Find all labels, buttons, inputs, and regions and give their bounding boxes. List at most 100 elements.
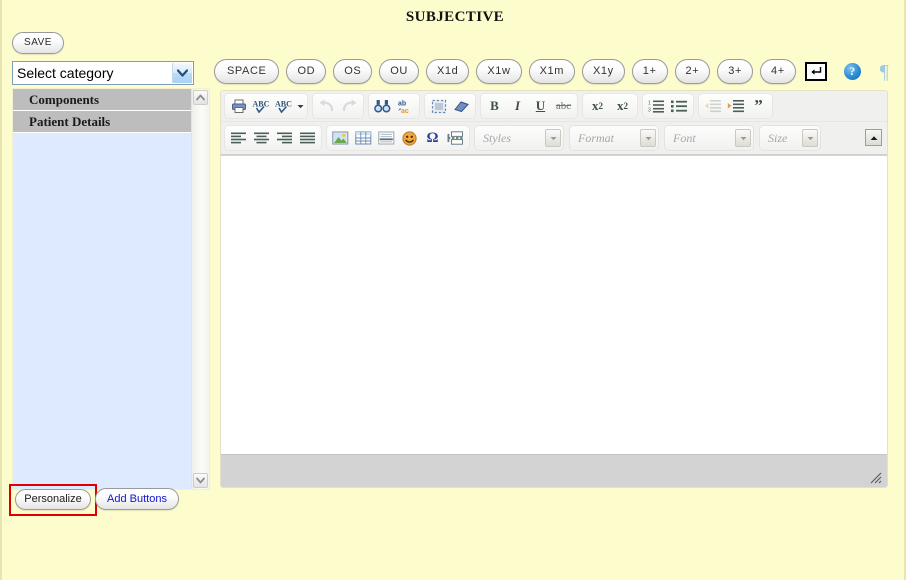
align-center-icon[interactable]	[250, 127, 273, 149]
subscript-index: 2	[598, 101, 604, 111]
image-icon[interactable]	[329, 127, 352, 149]
special-character-icon[interactable]: Ω	[421, 127, 444, 149]
chevron-down-icon[interactable]	[735, 129, 751, 147]
chevron-down-icon[interactable]	[640, 129, 656, 147]
subscript-icon[interactable]: x2	[585, 95, 610, 117]
toolbar-group-align	[225, 126, 321, 150]
align-right-icon[interactable]	[273, 127, 296, 149]
quick-button-space[interactable]: SPACE	[214, 59, 280, 84]
table-icon[interactable]	[352, 127, 375, 149]
scroll-down-icon[interactable]	[193, 473, 208, 488]
quick-button-x1d[interactable]: X1d	[425, 59, 470, 84]
svg-text:ab: ab	[398, 100, 406, 107]
svg-text:ABC: ABC	[253, 99, 270, 108]
category-select[interactable]: Select category	[12, 61, 194, 85]
replace-icon[interactable]: ab ac	[394, 95, 417, 117]
select-all-icon[interactable]	[427, 95, 450, 117]
quick-button-1plus[interactable]: 1+	[631, 59, 668, 84]
editor-toolbar-row-1: ABC ABC ab ac B I U abc x 2 x 2 1 3 ”	[221, 91, 887, 122]
editor-status-bar	[221, 454, 887, 487]
strikethrough-icon[interactable]: abc	[552, 95, 575, 117]
horizontal-rule-icon[interactable]	[375, 127, 398, 149]
rich-text-editor: ABC ABC ab ac B I U abc x 2 x 2 1 3 ” Ω …	[220, 90, 888, 488]
redo-icon[interactable]	[338, 95, 361, 117]
font-dropdown-label: Font	[673, 130, 696, 145]
list-scrollbar[interactable]	[191, 89, 209, 489]
toolbar-group-find: ab ac	[369, 94, 419, 118]
quick-button-os[interactable]: OS	[333, 59, 373, 84]
quick-button-2plus[interactable]: 2+	[674, 59, 711, 84]
underline-icon[interactable]: U	[529, 95, 552, 117]
components-list: Components Patient Details	[13, 89, 191, 489]
styles-dropdown-label: Styles	[483, 130, 511, 145]
spellcheck-options-icon[interactable]: ABC	[273, 95, 296, 117]
toolbar-group-lists: 1 3	[643, 94, 693, 118]
chevron-down-icon[interactable]	[545, 129, 561, 147]
svg-text:3: 3	[648, 108, 651, 114]
toolbar-group-script: x2 x2	[583, 94, 637, 118]
size-dropdown[interactable]: Size	[760, 126, 820, 150]
toolbar-group-indent: ”	[699, 94, 772, 118]
quick-button-x1y[interactable]: X1y	[581, 59, 625, 84]
print-icon[interactable]	[227, 95, 250, 117]
help-icon[interactable]: ?	[843, 63, 861, 80]
increase-indent-icon[interactable]	[724, 95, 747, 117]
toolbar-group-selection	[425, 94, 475, 118]
left-panel: SAVE	[12, 32, 212, 54]
editor-content-area[interactable]	[221, 155, 887, 454]
find-icon[interactable]	[371, 95, 394, 117]
size-dropdown-label: Size	[768, 130, 788, 145]
app-page: SUBJECTIVE SAVE Select category Componen…	[0, 0, 906, 580]
toolbar-collapse-button[interactable]	[865, 129, 882, 146]
personalize-highlight-box: Personalize	[9, 484, 97, 516]
bold-icon[interactable]: B	[483, 95, 506, 117]
bulleted-list-icon[interactable]	[668, 95, 691, 117]
quick-button-x1m[interactable]: X1m	[528, 59, 575, 84]
chevron-down-icon[interactable]	[296, 95, 305, 117]
svg-text:ac: ac	[401, 108, 409, 114]
page-break-icon[interactable]	[444, 127, 467, 149]
toolbar-group-basic-styles: B I U abc	[481, 94, 577, 118]
scroll-up-icon[interactable]	[193, 90, 208, 105]
add-buttons-button[interactable]: Add Buttons	[95, 488, 179, 510]
sidebar-group-patient-details[interactable]: Patient Details	[13, 111, 191, 133]
components-list-panel: Components Patient Details	[12, 88, 210, 490]
page-title: SUBJECTIVE	[405, 9, 505, 25]
blockquote-icon[interactable]: ”	[747, 95, 770, 117]
remove-format-icon[interactable]	[450, 95, 473, 117]
align-left-icon[interactable]	[227, 127, 250, 149]
italic-icon[interactable]: I	[506, 95, 529, 117]
chevron-down-icon[interactable]	[172, 63, 192, 83]
enter-return-icon[interactable]	[804, 62, 827, 81]
spellcheck-icon[interactable]: ABC	[250, 95, 273, 117]
quick-button-3plus[interactable]: 3+	[717, 59, 753, 84]
quick-button-ou[interactable]: OU	[379, 59, 419, 84]
format-dropdown-label: Format	[578, 130, 614, 145]
category-select-value: Select category	[17, 65, 114, 81]
smiley-icon[interactable]	[398, 127, 421, 149]
resize-grip-icon[interactable]	[870, 471, 882, 484]
superscript-icon[interactable]: x2	[610, 95, 635, 117]
quick-button-x1w[interactable]: X1w	[476, 59, 522, 84]
chevron-down-icon[interactable]	[802, 129, 818, 147]
quick-insert-toolbar: SPACE OD OS OU X1d X1w X1m X1y 1+ 2+ 3+ …	[214, 59, 889, 84]
styles-dropdown[interactable]: Styles	[475, 126, 563, 150]
pilcrow-icon[interactable]: ¶	[880, 62, 889, 82]
superscript-index: 2	[623, 101, 629, 111]
toolbar-group-document: ABC ABC	[225, 94, 307, 118]
svg-text:ABC: ABC	[275, 99, 292, 108]
align-justify-icon[interactable]	[296, 127, 319, 149]
quick-button-od[interactable]: OD	[286, 59, 327, 84]
undo-icon[interactable]	[315, 95, 338, 117]
format-dropdown[interactable]: Format	[570, 126, 658, 150]
save-button[interactable]: SAVE	[12, 32, 64, 54]
numbered-list-icon[interactable]: 1 3	[645, 95, 668, 117]
svg-text:1: 1	[648, 101, 651, 107]
toolbar-group-insert: Ω	[327, 126, 469, 150]
font-dropdown[interactable]: Font	[665, 126, 753, 150]
editor-toolbar-row-2: Ω Styles Format Font Size	[221, 122, 887, 155]
personalize-button[interactable]: Personalize	[15, 489, 91, 510]
decrease-indent-icon[interactable]	[701, 95, 724, 117]
quick-button-4plus[interactable]: 4+	[760, 59, 796, 84]
sidebar-group-components[interactable]: Components	[13, 89, 191, 111]
